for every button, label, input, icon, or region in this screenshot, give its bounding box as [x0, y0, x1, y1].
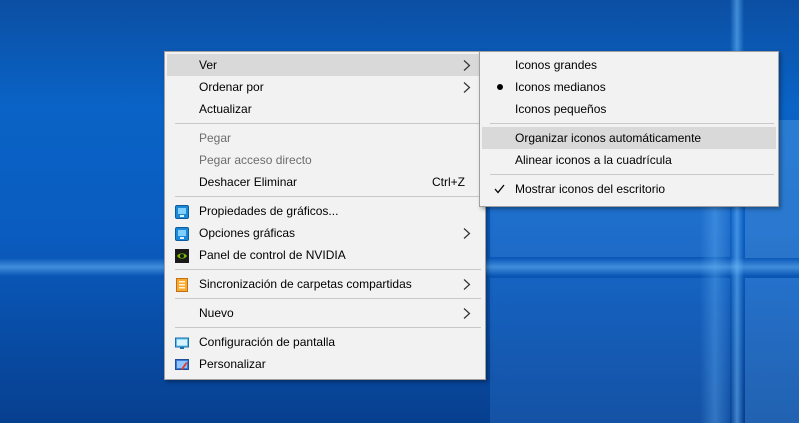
menu-item-label: Ordenar por: [199, 80, 264, 94]
intel-graphics-icon: [175, 226, 189, 241]
menu-separator: [175, 298, 481, 299]
menu-item-nuevo[interactable]: Nuevo: [167, 302, 483, 324]
menu-item-label: Iconos pequeños: [515, 102, 607, 116]
menu-item-label: Nuevo: [199, 306, 234, 320]
menu-item-label: Configuración de pantalla: [199, 335, 336, 349]
menu-separator: [175, 269, 481, 270]
submenu-item-mostrar-iconos[interactable]: Mostrar iconos del escritorio: [482, 178, 776, 200]
menu-item-label: Iconos medianos: [515, 80, 606, 94]
menu-item-personalizar[interactable]: Personalizar: [167, 353, 483, 375]
wallpaper-pane: [490, 205, 730, 257]
shortcut-hint: Ctrl+Z: [432, 175, 465, 189]
menu-item-label: Deshacer Eliminar: [199, 175, 298, 189]
menu-item-label: Mostrar iconos del escritorio: [515, 182, 666, 196]
menu-item-label: Sincronización de carpetas compartidas: [199, 277, 412, 291]
menu-item-label: Organizar iconos automáticamente: [515, 131, 702, 145]
intel-graphics-icon: [175, 204, 189, 219]
menu-item-actualizar[interactable]: Actualizar: [167, 98, 483, 120]
menu-separator: [490, 174, 774, 175]
menu-item-opciones-graficas[interactable]: Opciones gráficas: [167, 222, 483, 244]
desktop-context-menu: Ver Ordenar por Actualizar Pegar Pegar a…: [164, 51, 486, 380]
menu-item-panel-nvidia[interactable]: Panel de control de NVIDIA: [167, 244, 483, 266]
display-settings-icon: [175, 335, 189, 349]
chevron-right-icon: [463, 222, 473, 244]
menu-separator: [175, 123, 481, 124]
menu-item-pegar-acceso-directo: Pegar acceso directo: [167, 149, 483, 171]
menu-item-configuracion-pantalla[interactable]: Configuración de pantalla: [167, 331, 483, 353]
menu-item-label: Iconos grandes: [515, 58, 598, 72]
wallpaper-pane: [490, 278, 730, 423]
submenu-item-organizar-automaticamente[interactable]: Organizar iconos automáticamente: [482, 127, 776, 149]
view-submenu: Iconos grandes Iconos medianos Iconos pe…: [479, 51, 779, 207]
submenu-item-iconos-grandes[interactable]: Iconos grandes: [482, 54, 776, 76]
menu-item-label: Panel de control de NVIDIA: [199, 248, 346, 262]
radio-bullet-icon: [494, 76, 506, 98]
menu-item-deshacer-eliminar[interactable]: Deshacer Eliminar Ctrl+Z: [167, 171, 483, 193]
submenu-item-iconos-pequenos[interactable]: Iconos pequeños: [482, 98, 776, 120]
menu-separator: [175, 196, 481, 197]
menu-item-ver[interactable]: Ver: [167, 54, 483, 76]
menu-item-label: Pegar acceso directo: [199, 153, 312, 167]
menu-item-label: Pegar: [199, 131, 232, 145]
checkmark-icon: [494, 178, 506, 200]
sync-folder-icon: [175, 277, 189, 292]
menu-item-label: Propiedades de gráficos...: [199, 204, 339, 218]
menu-item-sincronizacion[interactable]: Sincronización de carpetas compartidas: [167, 273, 483, 295]
wallpaper-light-beam: [700, 200, 730, 423]
menu-separator: [175, 327, 481, 328]
menu-item-label: Ver: [199, 58, 218, 72]
chevron-right-icon: [463, 54, 473, 76]
menu-item-label: Opciones gráficas: [199, 226, 296, 240]
nvidia-icon: [175, 248, 189, 263]
menu-item-propiedades-graficos[interactable]: Propiedades de gráficos...: [167, 200, 483, 222]
wallpaper-pane: [745, 278, 799, 423]
menu-item-label: Personalizar: [199, 357, 266, 371]
menu-item-label: Actualizar: [199, 102, 252, 116]
menu-separator: [490, 123, 774, 124]
personalize-icon: [175, 357, 189, 371]
submenu-item-alinear-cuadricula[interactable]: Alinear iconos a la cuadrícula: [482, 149, 776, 171]
chevron-right-icon: [463, 302, 473, 324]
chevron-right-icon: [463, 273, 473, 295]
menu-item-label: Alinear iconos a la cuadrícula: [515, 153, 672, 167]
menu-item-pegar: Pegar: [167, 127, 483, 149]
chevron-right-icon: [463, 76, 473, 98]
submenu-item-iconos-medianos[interactable]: Iconos medianos: [482, 76, 776, 98]
menu-item-ordenar-por[interactable]: Ordenar por: [167, 76, 483, 98]
